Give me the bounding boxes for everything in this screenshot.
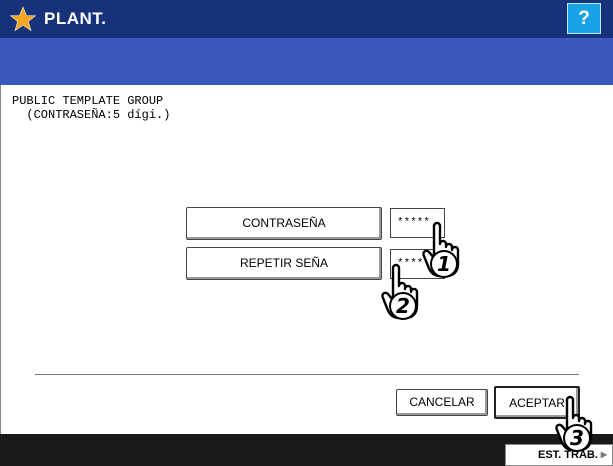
star-icon: [10, 6, 36, 32]
title-bar: PLANT. ?: [0, 0, 613, 38]
info-bar: [0, 38, 613, 85]
password-button[interactable]: CONTRASEÑA: [186, 207, 382, 240]
hand-pointer-icon: 2: [381, 263, 419, 320]
callout-step-2: 2: [396, 294, 410, 318]
callout-step-3: 3: [570, 426, 584, 450]
help-button[interactable]: ?: [567, 3, 601, 34]
password-hint: (CONTRASEÑA:5 dígi.): [12, 108, 171, 122]
callout-step-1: 1: [437, 252, 451, 276]
page-title: PLANT.: [44, 9, 107, 28]
repeat-password-button[interactable]: REPETIR SEÑA: [186, 247, 382, 280]
hand-pointer-icon: 3: [555, 395, 593, 452]
divider: [35, 374, 579, 375]
cancel-button[interactable]: CANCELAR: [396, 389, 488, 416]
group-name: PUBLIC TEMPLATE GROUP: [12, 94, 164, 108]
help-icon: ?: [578, 8, 590, 29]
